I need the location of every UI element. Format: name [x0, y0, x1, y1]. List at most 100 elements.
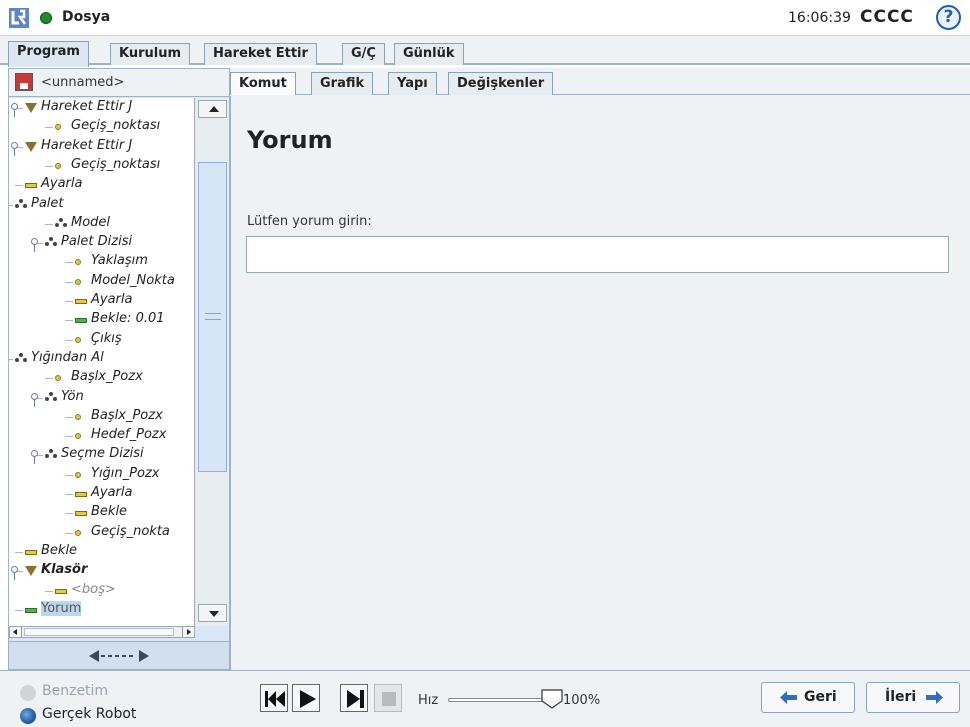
tree-node-label: <boş> [71, 581, 116, 597]
set-icon [75, 299, 87, 304]
tree-node[interactable]: Klasör [9, 562, 194, 581]
scroll-up-icon[interactable] [198, 100, 227, 118]
tab-io[interactable]: G/Ç [342, 43, 385, 65]
tree-node-label: Hareket Ettir J [41, 99, 133, 114]
scroll-left-icon[interactable] [10, 627, 22, 637]
tree-node[interactable]: Bekle [9, 543, 194, 561]
expander-icon[interactable] [9, 141, 19, 156]
step-button[interactable] [340, 684, 368, 712]
tree-node[interactable]: Geçiş_noktası [9, 118, 194, 136]
tree-node[interactable]: Yığın_Pozx [9, 466, 194, 484]
speed-slider-knob-icon[interactable] [541, 689, 563, 709]
tab-log[interactable]: Günlük [394, 43, 464, 65]
tree-node-label: Model_Nokta [91, 272, 175, 288]
save-icon[interactable] [15, 73, 33, 91]
program-name: <unnamed> [41, 75, 125, 90]
panel-resize-handle[interactable] [9, 641, 229, 669]
tree-node[interactable]: <boş> [9, 581, 194, 600]
tree-node-label: Ayarla [41, 176, 83, 192]
help-icon[interactable]: ? [936, 5, 961, 30]
waypoint-icon [75, 433, 81, 440]
wait-icon [25, 549, 37, 555]
tree-node[interactable]: Ayarla [9, 485, 194, 503]
waypoint-icon [75, 529, 81, 536]
tree-node[interactable]: Seçme Dizisi [9, 446, 194, 465]
comment-prompt-label: Lütfen yorum girin: [247, 214, 372, 229]
tree-connector [45, 223, 53, 225]
next-button[interactable]: İleri [866, 682, 960, 713]
tree-node-label: Geçiş_noktası [71, 118, 161, 134]
waypoint-icon [55, 162, 61, 169]
tree-node[interactable]: Çıkış [9, 330, 194, 349]
tree-connector [65, 474, 73, 476]
tree-connector [45, 378, 53, 380]
clock: 16:06:39 [788, 10, 851, 26]
robot-name: CCCC [860, 7, 914, 27]
tree-connector [45, 127, 53, 129]
tree-node[interactable]: Ayarla [9, 176, 194, 194]
tree-node[interactable]: Hedef_Pozx [9, 427, 194, 445]
empty-icon [55, 588, 67, 594]
comment-input[interactable] [246, 236, 949, 273]
tree-horizontal-scrollbar[interactable] [9, 626, 195, 638]
file-menu[interactable]: Dosya [62, 9, 110, 25]
expander-icon[interactable] [29, 450, 39, 465]
tree-node-label: Yığından Al [31, 349, 104, 365]
play-button[interactable] [292, 684, 320, 712]
top-bar: Dosya 16:06:39 CCCC ? [0, 0, 970, 36]
tree-node[interactable]: Yaklaşım [9, 253, 194, 271]
tree-node-label: Çıkış [91, 330, 122, 346]
tab-program[interactable]: Program [8, 41, 89, 67]
tab-command[interactable]: Komut [230, 72, 296, 95]
expander-icon[interactable] [9, 566, 19, 581]
command-panel: Yorum Lütfen yorum girin: [230, 96, 970, 670]
horizontal-scroll-thumb[interactable] [24, 628, 174, 636]
tree-connector [9, 358, 13, 360]
tree-node-label: Bekle [91, 504, 128, 520]
real-robot-radio-icon [20, 708, 36, 724]
rewind-button[interactable] [260, 684, 288, 712]
arrow-right-icon [926, 691, 943, 704]
tree-vertical-scrollbar[interactable] [196, 98, 229, 626]
tree-node[interactable]: Hareket Ettir J [9, 99, 194, 117]
simulation-label: Benzetim [42, 683, 109, 699]
expander-icon[interactable] [29, 238, 39, 253]
tree-node[interactable]: Ayarla [9, 292, 194, 310]
tree-node-label: Hedef_Pozx [91, 427, 167, 443]
content-area: Komut Grafik Yapı Değişkenler Yorum Lütf… [230, 68, 970, 670]
ur-logo-icon [9, 8, 29, 28]
expander-icon[interactable] [9, 103, 19, 117]
scroll-thumb[interactable] [198, 162, 227, 472]
tree-node-label: Geçiş_nokta [91, 523, 170, 539]
tab-structure[interactable]: Yapı [388, 72, 437, 95]
scroll-right-icon[interactable] [182, 627, 194, 637]
tree-node-label: Geçiş_noktası [71, 156, 161, 172]
tree-node[interactable]: Başlx_Pozx [9, 369, 194, 387]
tree-node[interactable]: Bekle [9, 504, 194, 522]
tree-node[interactable]: Model_Nokta [9, 272, 194, 291]
expander-icon[interactable] [29, 392, 39, 407]
tree-node[interactable]: Başlx_Pozx [9, 408, 194, 426]
tab-graphics[interactable]: Grafik [311, 72, 374, 95]
tab-variables[interactable]: Değişkenler [448, 72, 554, 95]
tree-node-label: Başlx_Pozx [71, 369, 143, 385]
program-tree[interactable]: Hareket Ettir J Geçiş_noktası Hareket Etti… [9, 98, 195, 626]
tree-node[interactable]: Bekle: 0.01 [9, 311, 194, 329]
tree-node[interactable]: Yığından Al [9, 349, 194, 368]
tree-node-label: Yön [61, 388, 84, 404]
wait-icon [75, 511, 87, 517]
tab-move[interactable]: Hareket Ettir [204, 43, 317, 65]
tree-node[interactable]: Yön [9, 388, 194, 407]
tree-node[interactable]: Yorum [9, 600, 194, 619]
tab-installation[interactable]: Kurulum [110, 43, 191, 65]
tree-node[interactable]: Geçiş_noktası [9, 156, 194, 175]
back-button[interactable]: Geri [761, 682, 855, 713]
stop-button[interactable] [374, 684, 402, 712]
scroll-down-icon[interactable] [198, 604, 227, 622]
tree-node[interactable]: Palet Dizisi [9, 234, 194, 253]
tree-node[interactable]: Hareket Ettir J [9, 138, 194, 156]
tree-node-label: Palet [31, 195, 64, 211]
tree-node[interactable]: Palet [9, 195, 194, 214]
tree-node[interactable]: Model [9, 215, 194, 233]
tree-node[interactable]: Geçiş_nokta [9, 523, 194, 542]
